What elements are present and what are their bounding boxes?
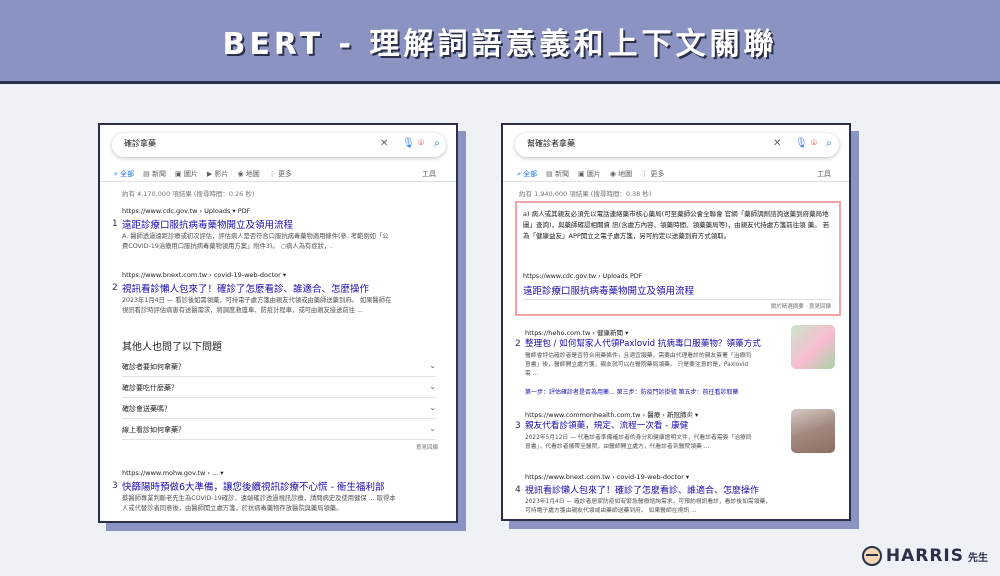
featured-snippet-text: a) 病人或其親友必須先以電話連絡藥市核心藥局(可至藥師公會全聯會 官網「藥師調… [523, 210, 830, 240]
avatar-icon [861, 546, 882, 566]
left-search-panel: 確診拿藥 ✕ 🎙 ⌾ ⌕ ⌕ 全部 ▤ 新聞 ▣ 圖片 ▶ 影片 ◉ 地圖 ⋮ … [98, 123, 458, 523]
search-box[interactable]: 確診拿藥 ✕ 🎙 ⌾ ⌕ [112, 133, 446, 157]
tab-more[interactable]: ⋮ 更多 [641, 169, 664, 179]
result-stats: 約有 1,940,000 項結果 (搜尋時間：0.38 秒) [519, 190, 652, 198]
search-result[interactable]: 2 https://www.bnext.com.tw › covid-19-we… [112, 271, 442, 321]
result-url[interactable]: https://www.bnext.com.tw › covid-19-web-… [122, 271, 286, 279]
result-number: 4 [515, 485, 521, 495]
featured-url[interactable]: https://www.cdc.gov.tw › Uploads PDF [523, 273, 642, 280]
result-number: 1 [112, 219, 118, 229]
result-snippet: 醫師會評估確診者是否符合用藥條件，且適宜服藥，需要由代理看診的親友簽署「治療同意… [525, 353, 752, 377]
search-input[interactable]: 幫確診者拿藥 [527, 138, 575, 149]
tools-button[interactable]: 工具 [422, 169, 436, 179]
result-thumbnail[interactable] [791, 409, 835, 453]
chevron-down-icon: ⌄ [429, 382, 436, 391]
tab-all[interactable]: ⌕ 全部 [114, 169, 134, 179]
tab-videos[interactable]: ▶ 影片 [207, 169, 229, 179]
result-title[interactable]: 親友代看診領藥，規定、流程一次看 - 康健 [525, 419, 688, 431]
search-result[interactable]: 3 https://www.mohw.gov.tw › ... ▾ 快篩陽時預做… [112, 469, 442, 519]
result-snippet: 蔡醫師專業判斷老先生為COVID-19確診，遠端確診透過視訊診療，請問病史及使用… [122, 495, 396, 512]
search-box[interactable]: 幫確診者拿藥 ✕ 🎙 ⌾ ⌕ [515, 133, 839, 157]
featured-snippet: a) 病人或其親友必須先以電話連絡藥市核心藥局(可至藥師公會全聯會 官網「藥師調… [515, 201, 841, 316]
page-title: BERT - 理解詞語意義和上下文關聯 [222, 26, 778, 62]
result-title[interactable]: 快篩陽時預做6大準備，讓您後續視訊診療不心慌 - 衛生福利部 [122, 479, 385, 493]
result-title[interactable]: 視訊看診懶人包來了！確診了怎麼看診、誰適合、怎麼操作 [122, 281, 369, 295]
mic-icon[interactable]: 🎙 [795, 137, 808, 151]
search-result[interactable]: 4 https://www.bnext.com.tw › covid-19-we… [515, 473, 845, 519]
tab-maps[interactable]: ◉ 地圖 [610, 169, 632, 179]
tab-divider [100, 181, 456, 182]
result-url[interactable]: https://www.mohw.gov.tw › ... ▾ [122, 469, 224, 477]
tab-all[interactable]: ⌕ 全部 [517, 169, 537, 179]
result-title[interactable]: 整理包 / 如何幫家人代領Paxlovid 抗病毒口服藥物？領藥方式 [525, 337, 761, 349]
tab-news[interactable]: ▤ 新聞 [546, 169, 569, 179]
result-stats: 約有 4,170,000 項結果 (搜尋時間：0.26 秒) [122, 190, 255, 198]
feedback-link[interactable]: 意見回饋 [416, 443, 438, 451]
featured-feedback[interactable]: 關於精選摘要 · 意見回饋 [771, 302, 831, 310]
chevron-down-icon: ⌄ [429, 424, 436, 433]
search-result[interactable]: 2 https://heho.com.tw › 健康新聞 ▾ 整理包 / 如何幫… [515, 327, 785, 397]
title-banner: BERT - 理解詞語意義和上下文關聯 [0, 0, 1000, 84]
result-snippet: 2023年1月4日 — 確診者居家防疫如有緊急醫療諮詢需求，可預約視訊看診，看診… [525, 499, 772, 514]
harris-logo: HARRIS 先生 [861, 546, 988, 566]
result-number: 3 [112, 481, 118, 491]
featured-title[interactable]: 遠距診療口服抗病毒藥物開立及領用流程 [523, 283, 694, 297]
search-input[interactable]: 確診拿藥 [124, 138, 156, 149]
result-number: 2 [515, 339, 521, 349]
search-tabs: ⌕ 全部 ▤ 新聞 ▣ 圖片 ◉ 地圖 ⋮ 更多 [517, 169, 664, 179]
clear-icon[interactable]: ✕ [773, 137, 781, 151]
camera-icon[interactable]: ⌾ [811, 137, 817, 151]
featured-divider [523, 299, 833, 300]
search-tabs: ⌕ 全部 ▤ 新聞 ▣ 圖片 ▶ 影片 ◉ 地圖 ⋮ 更多 [114, 169, 292, 179]
chevron-down-icon: ⌄ [429, 403, 436, 412]
tab-images[interactable]: ▣ 圖片 [578, 169, 601, 179]
right-search-panel: 幫確診者拿藥 ✕ 🎙 ⌾ ⌕ ⌕ 全部 ▤ 新聞 ▣ 圖片 ◉ 地圖 ⋮ 更多 … [501, 123, 851, 521]
result-url[interactable]: https://heho.com.tw › 健康新聞 ▾ [525, 327, 628, 337]
result-title[interactable]: 遠距診療口服抗病毒藥物開立及領用流程 [122, 217, 293, 231]
tools-button[interactable]: 工具 [817, 169, 831, 179]
result-sublinks[interactable]: 第一步：評估確診者是否為用藥... 第三步：防疫門診掛號 第五步：前往看診取藥 [525, 387, 739, 396]
result-url[interactable]: https://www.commonhealth.com.tw › 醫療 › 新… [525, 409, 698, 419]
result-number: 3 [515, 421, 521, 431]
search-result[interactable]: 1 https://www.cdc.gov.tw › Uploads ▾ PDF… [112, 207, 442, 257]
paa-question[interactable]: 確診者要如何拿藥？ ⌄ [122, 356, 436, 377]
paa-question[interactable]: 線上看診如何拿藥？ ⌄ [122, 419, 436, 440]
result-url[interactable]: https://www.bnext.com.tw › covid-19-web-… [525, 473, 689, 481]
search-result[interactable]: 3 https://www.commonhealth.com.tw › 醫療 ›… [515, 409, 785, 459]
clear-icon[interactable]: ✕ [380, 137, 388, 151]
search-icon[interactable]: ⌕ [434, 137, 440, 151]
tab-images[interactable]: ▣ 圖片 [175, 169, 198, 179]
mic-icon[interactable]: 🎙 [402, 137, 415, 151]
search-icon[interactable]: ⌕ [826, 137, 832, 151]
people-also-ask-heading: 其他人也問了以下問題 [122, 342, 222, 353]
result-snippet: 2022年5月12日 — 代看診者準備確診者的身分和健康證明文件，代看診者需簽「… [525, 435, 752, 450]
tab-divider [503, 181, 849, 182]
result-url[interactable]: https://www.cdc.gov.tw › Uploads ▾ PDF [122, 207, 250, 215]
tab-maps[interactable]: ◉ 地圖 [237, 169, 259, 179]
result-snippet: 2023年1月4日 — 看診後如需領藥，可持電子處方箋由親友代領或由藥師送藥到府… [122, 297, 392, 314]
result-number: 2 [112, 283, 118, 293]
chevron-down-icon: ⌄ [429, 361, 436, 370]
paa-question[interactable]: 確診要吃什麼藥？ ⌄ [122, 377, 436, 398]
camera-icon[interactable]: ⌾ [418, 137, 424, 151]
result-snippet: A. 醫師透過遠距診療或初次評估，評估病人是否符合口服抗病毒藥物適用條件(參. … [122, 233, 389, 250]
tab-more[interactable]: ⋮ 更多 [269, 169, 292, 179]
paa-question[interactable]: 確診會送藥嗎？ ⌄ [122, 398, 436, 419]
tab-news[interactable]: ▤ 新聞 [143, 169, 166, 179]
result-title[interactable]: 視訊看診懶人包來了！確診了怎麼看診、誰適合、怎麼操作 [525, 483, 759, 496]
result-thumbnail[interactable] [791, 325, 835, 369]
